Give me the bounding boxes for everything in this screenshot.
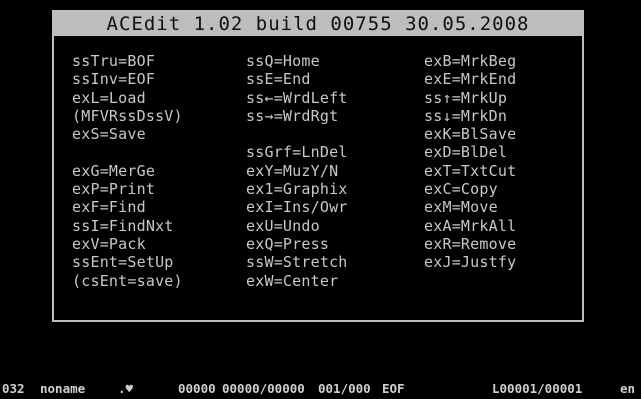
status-filename: noname	[40, 381, 86, 396]
shortcut-block-delete: exD=BlDel	[424, 143, 508, 162]
shortcut-block-save: exK=BlSave	[424, 125, 517, 144]
shortcut-end: ssE=End	[246, 70, 311, 89]
status-page: 001/000	[318, 381, 371, 396]
shortcut-mark-begin: exB=MrkBeg	[424, 52, 517, 70]
shortcut-text-cut: exT=TxtCut	[424, 161, 517, 180]
shortcut-blank-2	[246, 125, 422, 143]
shortcut-press: exQ=Press	[246, 234, 330, 253]
shortcut-setup-save: (csEnt=save)	[72, 271, 183, 290]
shortcut-column-2: ssQ=Home ssE=End ss←=WrdLeft ss→=WrdRgt …	[246, 52, 422, 290]
shortcut-move: exM=Move	[424, 198, 498, 217]
status-code: 032	[2, 381, 25, 396]
shortcut-column-1: ssTru=BOF ssInv=EOF exL=Load (MFVRssDssV…	[72, 52, 248, 290]
shortcut-blank-3	[424, 272, 600, 290]
shortcut-graphix: ex1=Graphix	[246, 180, 348, 199]
editor-screen: ACEdit 1.02 build 00755 30.05.2008 ssTru…	[0, 0, 641, 399]
shortcut-eof: ssInv=EOF	[72, 70, 156, 89]
shortcut-find: exF=Find	[72, 198, 146, 217]
shortcut-line-delete: ssGrf=LnDel	[246, 143, 348, 162]
shortcut-save: exS=Save	[72, 125, 146, 144]
shortcut-word-right: ss→=WrdRgt	[246, 106, 339, 125]
shortcut-bof: ssTru=BOF	[72, 52, 156, 70]
shortcut-find-next: ssI=FindNxt	[72, 216, 174, 235]
shortcut-undo: exU=Undo	[246, 216, 320, 235]
shortcut-column-3: exB=MrkBeg exE=MrkEnd ss↑=MrkUp ss↓=MrkD…	[424, 52, 600, 290]
shortcut-grid: ssTru=BOF ssInv=EOF exL=Load (MFVRssDssV…	[72, 52, 572, 316]
status-counter: 00000	[178, 381, 216, 396]
shortcut-home: ssQ=Home	[246, 52, 320, 70]
shortcut-pack: exV=Pack	[72, 234, 146, 253]
shortcut-print: exP=Print	[72, 180, 156, 199]
status-line-counter: L00001/00001	[492, 381, 583, 396]
shortcut-mark-up: ss↑=MrkUp	[424, 88, 508, 107]
help-panel: ACEdit 1.02 build 00755 30.05.2008 ssTru…	[52, 10, 584, 322]
shortcut-setup: ssEnt=SetUp	[72, 253, 174, 272]
shortcut-insert-overwrite: exI=Ins/Owr	[246, 198, 348, 217]
shortcut-remove: exR=Remove	[424, 234, 517, 253]
shortcut-music: exY=MuzY/N	[246, 161, 339, 180]
status-eof: EOF	[382, 381, 405, 396]
shortcut-mark-all: exA=MrkAll	[424, 216, 517, 235]
shortcut-word-left: ss←=WrdLeft	[246, 88, 348, 107]
status-position: 00000/00000	[222, 381, 305, 396]
shortcut-mark-end: exE=MrkEnd	[424, 70, 517, 89]
status-extension: .♥	[118, 381, 134, 396]
status-bar: 032 noname .♥ 00000 00000/00000 001/000 …	[0, 378, 641, 399]
shortcut-justify: exJ=Justfy	[424, 253, 517, 272]
shortcut-mark-down: ss↓=MrkDn	[424, 106, 508, 125]
shortcut-load-keys: (MFVRssDssV)	[72, 106, 183, 125]
window-title: ACEdit 1.02 build 00755 30.05.2008	[54, 12, 582, 36]
status-language: en	[620, 381, 636, 396]
shortcut-stretch: ssW=Stretch	[246, 253, 348, 272]
shortcut-center: exW=Center	[246, 271, 339, 290]
shortcut-copy: exC=Copy	[424, 180, 498, 199]
shortcut-load: exL=Load	[72, 88, 146, 107]
shortcut-merge: exG=MerGe	[72, 161, 156, 180]
shortcut-blank-1	[72, 143, 248, 161]
